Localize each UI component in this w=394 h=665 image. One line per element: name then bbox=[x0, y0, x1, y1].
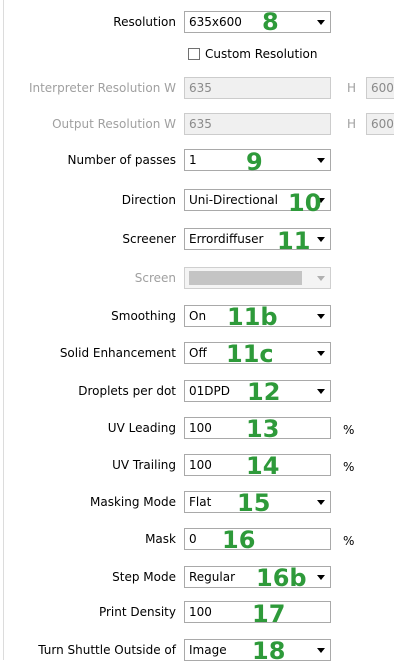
output-resolution-h-label: H bbox=[347, 117, 357, 131]
chevron-down-icon bbox=[317, 351, 325, 356]
uv-leading-unit: % bbox=[343, 423, 355, 437]
step-mode-value: Regular bbox=[189, 570, 236, 584]
output-resolution-h-value: 600 bbox=[371, 117, 394, 131]
screener-dropdown[interactable]: Errordiffuser bbox=[184, 228, 331, 250]
screen-dropdown[interactable] bbox=[184, 267, 331, 289]
chevron-down-icon bbox=[317, 198, 325, 203]
solid-enhancement-value: Off bbox=[189, 346, 207, 360]
chevron-down-icon bbox=[317, 276, 325, 281]
interpreter-resolution-label: Interpreter Resolution W bbox=[28, 81, 176, 95]
smoothing-dropdown[interactable]: On bbox=[184, 305, 331, 327]
chevron-down-icon bbox=[317, 648, 325, 653]
turn-shuttle-dropdown[interactable]: Image bbox=[184, 639, 331, 661]
turn-shuttle-label: Turn Shuttle Outside of bbox=[38, 643, 176, 657]
panel-left-border bbox=[3, 0, 4, 660]
chevron-down-icon bbox=[317, 500, 325, 505]
droplets-value: 01DPD bbox=[189, 384, 230, 398]
masking-mode-label: Masking Mode bbox=[90, 495, 176, 509]
chevron-down-icon bbox=[317, 20, 325, 25]
custom-resolution-label: Custom Resolution bbox=[205, 47, 318, 61]
turn-shuttle-value: Image bbox=[189, 643, 227, 657]
passes-value: 1 bbox=[189, 153, 197, 167]
output-resolution-w-value: 635 bbox=[189, 117, 212, 131]
interpreter-resolution-h-label: H bbox=[347, 81, 357, 95]
solid-enhancement-label: Solid Enhancement bbox=[59, 346, 176, 360]
passes-dropdown[interactable]: 1 bbox=[184, 149, 331, 171]
step-mode-dropdown[interactable]: Regular bbox=[184, 566, 331, 588]
droplets-label: Droplets per dot bbox=[78, 384, 176, 398]
uv-trailing-value: 100 bbox=[189, 458, 212, 472]
screener-label: Screener bbox=[122, 232, 176, 246]
direction-label: Direction bbox=[121, 193, 176, 207]
interpreter-resolution-h-value: 600 bbox=[371, 81, 394, 95]
uv-leading-label: UV Leading bbox=[107, 421, 176, 435]
masking-mode-dropdown[interactable]: Flat bbox=[184, 491, 331, 513]
chevron-down-icon bbox=[317, 575, 325, 580]
uv-leading-field[interactable]: 100 bbox=[184, 417, 331, 439]
direction-dropdown[interactable]: Uni-Directional bbox=[184, 189, 331, 211]
chevron-down-icon bbox=[317, 237, 325, 242]
step-mode-label: Step Mode bbox=[112, 570, 176, 584]
print-density-value: 100 bbox=[189, 605, 212, 619]
chevron-down-icon bbox=[317, 314, 325, 319]
output-resolution-label: Output Resolution W bbox=[52, 117, 176, 131]
mask-field[interactable]: 0 bbox=[184, 528, 331, 550]
interpreter-resolution-w-value: 635 bbox=[189, 81, 212, 95]
solid-enhancement-dropdown[interactable]: Off bbox=[184, 342, 331, 364]
output-resolution-h-field[interactable]: 600 bbox=[366, 113, 394, 135]
masking-mode-value: Flat bbox=[189, 495, 212, 509]
mask-label: Mask bbox=[145, 532, 176, 546]
resolution-value: 635x600 bbox=[189, 15, 242, 29]
smoothing-value: On bbox=[189, 309, 207, 323]
uv-trailing-unit: % bbox=[343, 460, 355, 474]
uv-leading-value: 100 bbox=[189, 421, 212, 435]
custom-resolution-checkbox[interactable] bbox=[188, 48, 200, 60]
print-density-label: Print Density bbox=[98, 605, 176, 619]
mask-value: 0 bbox=[189, 532, 197, 546]
output-resolution-w-field[interactable]: 635 bbox=[184, 113, 331, 135]
mask-unit: % bbox=[343, 534, 355, 548]
uv-trailing-field[interactable]: 100 bbox=[184, 454, 331, 476]
direction-value: Uni-Directional bbox=[189, 193, 278, 207]
interpreter-resolution-h-field[interactable]: 600 bbox=[366, 77, 394, 99]
passes-label: Number of passes bbox=[67, 153, 176, 167]
uv-trailing-label: UV Trailing bbox=[112, 458, 176, 472]
interpreter-resolution-w-field[interactable]: 635 bbox=[184, 77, 331, 99]
chevron-down-icon bbox=[317, 158, 325, 163]
resolution-label: Resolution bbox=[113, 15, 176, 29]
resolution-dropdown[interactable]: 635x600 bbox=[184, 11, 331, 33]
screener-value: Errordiffuser bbox=[189, 232, 264, 246]
chevron-down-icon bbox=[317, 389, 325, 394]
screen-swatch bbox=[189, 271, 302, 285]
smoothing-label: Smoothing bbox=[111, 309, 176, 323]
droplets-dropdown[interactable]: 01DPD bbox=[184, 380, 331, 402]
print-density-field[interactable]: 100 bbox=[184, 601, 331, 623]
screen-label: Screen bbox=[134, 271, 176, 285]
